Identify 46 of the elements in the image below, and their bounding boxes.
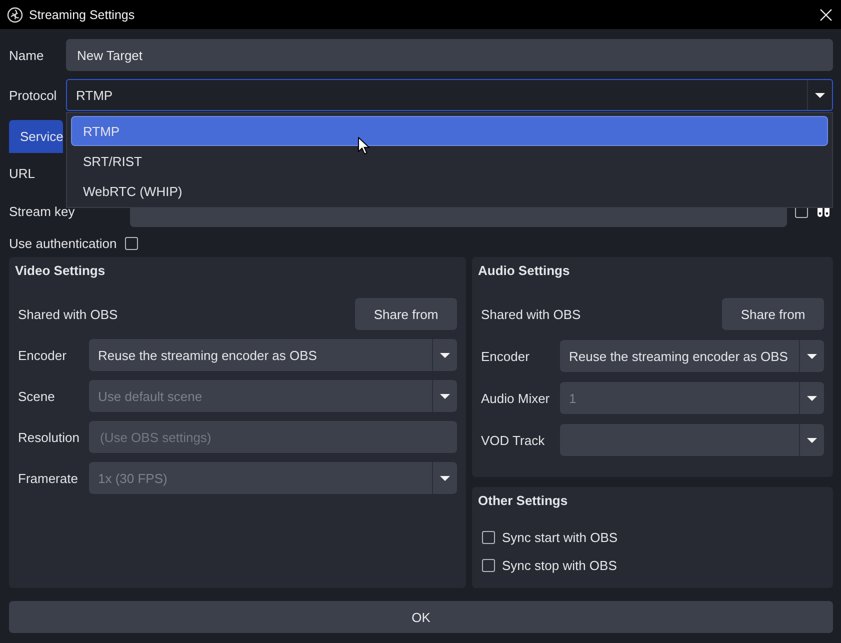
app-logo-icon <box>7 6 23 22</box>
mouse-pointer-icon <box>358 137 370 155</box>
checkbox-label: Sync stop with OBS <box>502 558 617 572</box>
menu-option[interactable]: RTMP <box>71 116 828 146</box>
checkbox-label: Sync start with OBS <box>502 530 618 544</box>
window-title: Streaming Settings <box>29 8 136 22</box>
field-label: Encoder <box>481 348 530 364</box>
text-field[interactable]: (Use OBS settings) <box>89 421 457 453</box>
name-field[interactable]: New Target <box>66 39 833 71</box>
menu-option[interactable]: SRT/RIST <box>71 146 828 176</box>
caret-icon <box>807 354 817 358</box>
dropdown[interactable]: Reuse the streaming encoder as OBS <box>89 339 457 371</box>
field-label: Framerate <box>18 470 79 486</box>
protocol-dropdown[interactable]: RTMP <box>66 79 833 111</box>
caret-icon <box>440 352 450 358</box>
field-label: VOD Track <box>481 432 546 448</box>
field-label: Audio Mixer <box>481 390 551 406</box>
field-label: Protocol <box>9 88 58 102</box>
panel-title: Audio Settings <box>478 262 571 280</box>
field-label: URL <box>9 166 36 180</box>
caret-icon <box>440 394 450 398</box>
share-from-button[interactable]: Share from <box>355 298 457 330</box>
field-label: Encoder <box>18 348 68 362</box>
field-label: Scene <box>18 388 56 404</box>
shared-label: Shared with OBS <box>481 306 581 322</box>
tab[interactable]: Service <box>9 120 64 153</box>
field-label: Stream key <box>9 204 76 218</box>
panel-title: Video Settings <box>15 262 106 280</box>
caret-icon <box>807 438 817 442</box>
field-label: Name <box>9 48 45 62</box>
quote-icon <box>817 205 830 217</box>
share-from-button[interactable]: Share from <box>722 298 824 330</box>
checkbox[interactable] <box>124 236 138 250</box>
menu-option[interactable]: WebRTC (WHIP) <box>71 176 828 206</box>
checkbox[interactable] <box>482 530 495 544</box>
dropdown[interactable]: Reuse the streaming encoder as OBS <box>560 340 824 372</box>
caret-icon <box>815 92 825 98</box>
checkbox[interactable] <box>482 558 495 572</box>
ok-button[interactable]: OK <box>9 601 833 633</box>
close-icon[interactable] <box>820 8 832 20</box>
caret-icon <box>440 476 450 480</box>
field-label: Use authentication <box>9 236 117 250</box>
caret-icon <box>807 396 817 400</box>
panel-title: Other Settings <box>478 492 569 510</box>
field-label: Resolution <box>18 430 80 444</box>
shared-label: Shared with OBS <box>18 306 118 322</box>
